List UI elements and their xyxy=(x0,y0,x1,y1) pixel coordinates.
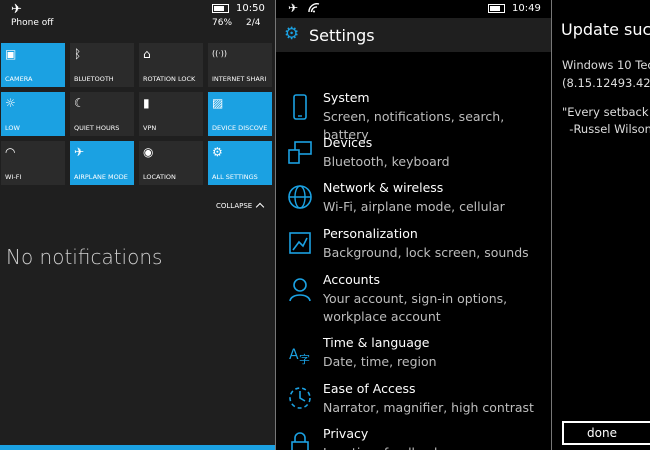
page-title: Settings xyxy=(309,26,375,45)
tile-label: WI-FI xyxy=(5,173,22,181)
moon-icon: ☾ xyxy=(74,96,85,110)
gear-icon: ⚙ xyxy=(284,24,300,44)
tile-label: LOW xyxy=(5,124,20,132)
collapse-button[interactable]: COLLAPSE xyxy=(216,202,265,212)
settings-item-title: Ease of Access xyxy=(323,381,416,396)
quick-action-tile[interactable]: ◉ LOCATION xyxy=(139,141,203,185)
settings-header: ⚙ Settings xyxy=(276,18,551,52)
phone-icon xyxy=(287,94,313,120)
tile-label: AIRPLANE MODE xyxy=(74,173,128,181)
svg-text:字: 字 xyxy=(299,352,310,365)
update-title: Update suc xyxy=(561,20,650,39)
settings-item-title: Time & language xyxy=(323,335,430,350)
tile-label: CAMERA xyxy=(5,75,33,83)
quick-action-tile[interactable]: ᛒ BLUETOOTH xyxy=(70,43,134,87)
settings-item-subtitle: Bluetooth, keyboard xyxy=(323,154,450,169)
settings-item-title: Personalization xyxy=(323,226,418,241)
settings-item-subtitle: Narrator, magnifier, high contrast xyxy=(323,400,534,415)
quick-action-tile[interactable]: ◠ WI-FI xyxy=(1,141,65,185)
tile-label: ROTATION LOCK xyxy=(143,75,196,83)
chevron-up-icon xyxy=(255,202,265,212)
action-center-panel: ✈ Phone off 10:50 76% 2/4 ▣ CAMERA ᛒ BLUETO… xyxy=(0,0,275,450)
settings-item-title: Privacy xyxy=(323,426,369,441)
settings-item-subtitle: Background, lock screen, sounds xyxy=(323,245,529,260)
wifi-status-icon xyxy=(308,3,320,16)
settings-item-ease-of-access[interactable]: Ease of Access Narrator, magnifier, high … xyxy=(276,381,551,421)
quick-action-tile[interactable]: ☾ QUIET HOURS xyxy=(70,92,134,136)
clock: 10:50 xyxy=(236,3,265,14)
settings-item-subtitle: Your account, sign-in options, workplace… xyxy=(323,291,508,324)
settings-item-subtitle: Date, time, region xyxy=(323,354,437,369)
airplane-icon: ✈ xyxy=(74,145,85,159)
location-icon: ◉ xyxy=(143,145,154,159)
battery-percent: 76% xyxy=(212,18,233,28)
battery-icon xyxy=(212,4,229,13)
battery-icon xyxy=(488,4,505,13)
tile-label: DEVICE DISCOVE xyxy=(212,124,268,132)
settings-item-personalization[interactable]: Personalization Background, lock screen, … xyxy=(276,226,551,266)
bottom-accent-bar xyxy=(0,445,275,450)
tile-label: BLUETOOTH xyxy=(74,75,114,83)
bluetooth-icon: ᛒ xyxy=(74,47,82,61)
quick-action-tile[interactable]: ⚙ ALL SETTINGS xyxy=(208,141,272,185)
brightness-icon: ☼ xyxy=(5,96,16,110)
quick-action-tile[interactable]: ▮ VPN xyxy=(139,92,203,136)
settings-panel: ✈ 10:49 ⚙ Settings System Screen, notific… xyxy=(276,0,551,450)
settings-item-time-language[interactable]: A 字 Time & language Date, time, region xyxy=(276,335,551,375)
settings-item-accounts[interactable]: Accounts Your account, sign-in options, w… xyxy=(276,272,551,324)
camera-icon: ▣ xyxy=(5,47,17,61)
update-text-line: Windows 10 Tec xyxy=(562,58,650,72)
settings-item-devices[interactable]: Devices Bluetooth, keyboard xyxy=(276,135,551,175)
settings-item-subtitle: Location, feedback xyxy=(323,444,548,450)
ease-of-access-icon xyxy=(287,385,313,411)
settings-item-title: Devices xyxy=(323,135,373,150)
globe-icon xyxy=(287,184,313,210)
tile-label: QUIET HOURS xyxy=(74,124,120,132)
quote-text-line: "Every setback l xyxy=(562,105,650,119)
quick-action-tile[interactable]: ▣ CAMERA xyxy=(1,43,65,87)
settings-item-title: Network & wireless xyxy=(323,180,444,195)
gear-icon: ⚙ xyxy=(212,145,223,159)
quick-action-tile[interactable]: ▨ DEVICE DISCOVE xyxy=(208,92,272,136)
settings-item-privacy[interactable]: Privacy Location, feedback xyxy=(276,426,551,450)
settings-item-title: Accounts xyxy=(323,272,380,287)
carrier-status: Phone off xyxy=(11,18,54,28)
quick-action-tile[interactable]: ✈ AIRPLANE MODE xyxy=(70,141,134,185)
tile-label: ALL SETTINGS xyxy=(212,173,258,181)
time-language-icon: A字 xyxy=(287,339,313,366)
settings-item-title: System xyxy=(323,90,370,105)
status-bar: ✈ 10:49 xyxy=(276,0,551,18)
update-text-line: (8.15.12493.42) i xyxy=(562,76,650,90)
wifi-icon: ◠ xyxy=(5,145,16,159)
device-discovery-icon: ▨ xyxy=(212,96,224,110)
settings-item-subtitle: Wi-Fi, airplane mode, cellular xyxy=(323,199,505,214)
done-button[interactable]: done xyxy=(562,421,650,445)
page-indicator: 2/4 xyxy=(246,18,261,28)
quick-action-tile[interactable]: ⌂ ROTATION LOCK xyxy=(139,43,203,87)
settings-item-network-wireless[interactable]: Network & wireless Wi-Fi, airplane mode, … xyxy=(276,180,551,220)
tile-label: LOCATION xyxy=(143,173,176,181)
update-panel: Update suc Windows 10 Tec (8.15.12493.42… xyxy=(552,0,650,450)
settings-item-system[interactable]: System Screen, notifications, search, bat… xyxy=(276,90,551,142)
notifications-empty-text: No notifications xyxy=(6,245,163,269)
person-icon xyxy=(287,276,313,302)
clock: 10:49 xyxy=(512,3,541,14)
personalization-icon xyxy=(287,230,313,256)
quote-author-line: -Russel Wilson xyxy=(562,122,650,136)
rotation-lock-icon: ⌂ xyxy=(143,47,151,61)
privacy-lock-icon xyxy=(287,430,313,450)
tile-label: INTERNET SHARI xyxy=(212,75,267,83)
airplane-status-icon: ✈ xyxy=(11,2,22,17)
quick-action-tile[interactable]: ☼ LOW xyxy=(1,92,65,136)
airplane-status-icon: ✈ xyxy=(288,1,299,15)
internet-sharing-icon: ((·)) xyxy=(212,49,228,58)
quick-action-tile[interactable]: ((·)) INTERNET SHARI xyxy=(208,43,272,87)
svg-text:A: A xyxy=(289,347,299,363)
status-bar: ✈ Phone off 10:50 76% 2/4 xyxy=(0,0,275,36)
lock-icon: ▮ xyxy=(143,96,150,110)
collapse-label: COLLAPSE xyxy=(216,202,253,210)
devices-icon xyxy=(287,139,313,165)
tile-label: VPN xyxy=(143,124,157,132)
